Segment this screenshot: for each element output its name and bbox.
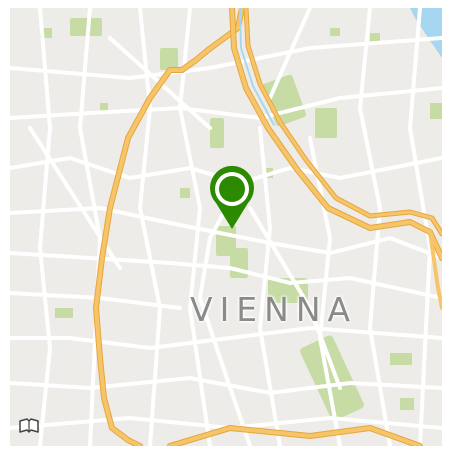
map-view[interactable]: VIENNA: [10, 8, 442, 446]
map-book-icon: [19, 418, 39, 433]
city-label: VIENNA: [190, 290, 358, 329]
map-style-button[interactable]: [18, 418, 42, 438]
location-pin-icon[interactable]: [206, 163, 258, 233]
